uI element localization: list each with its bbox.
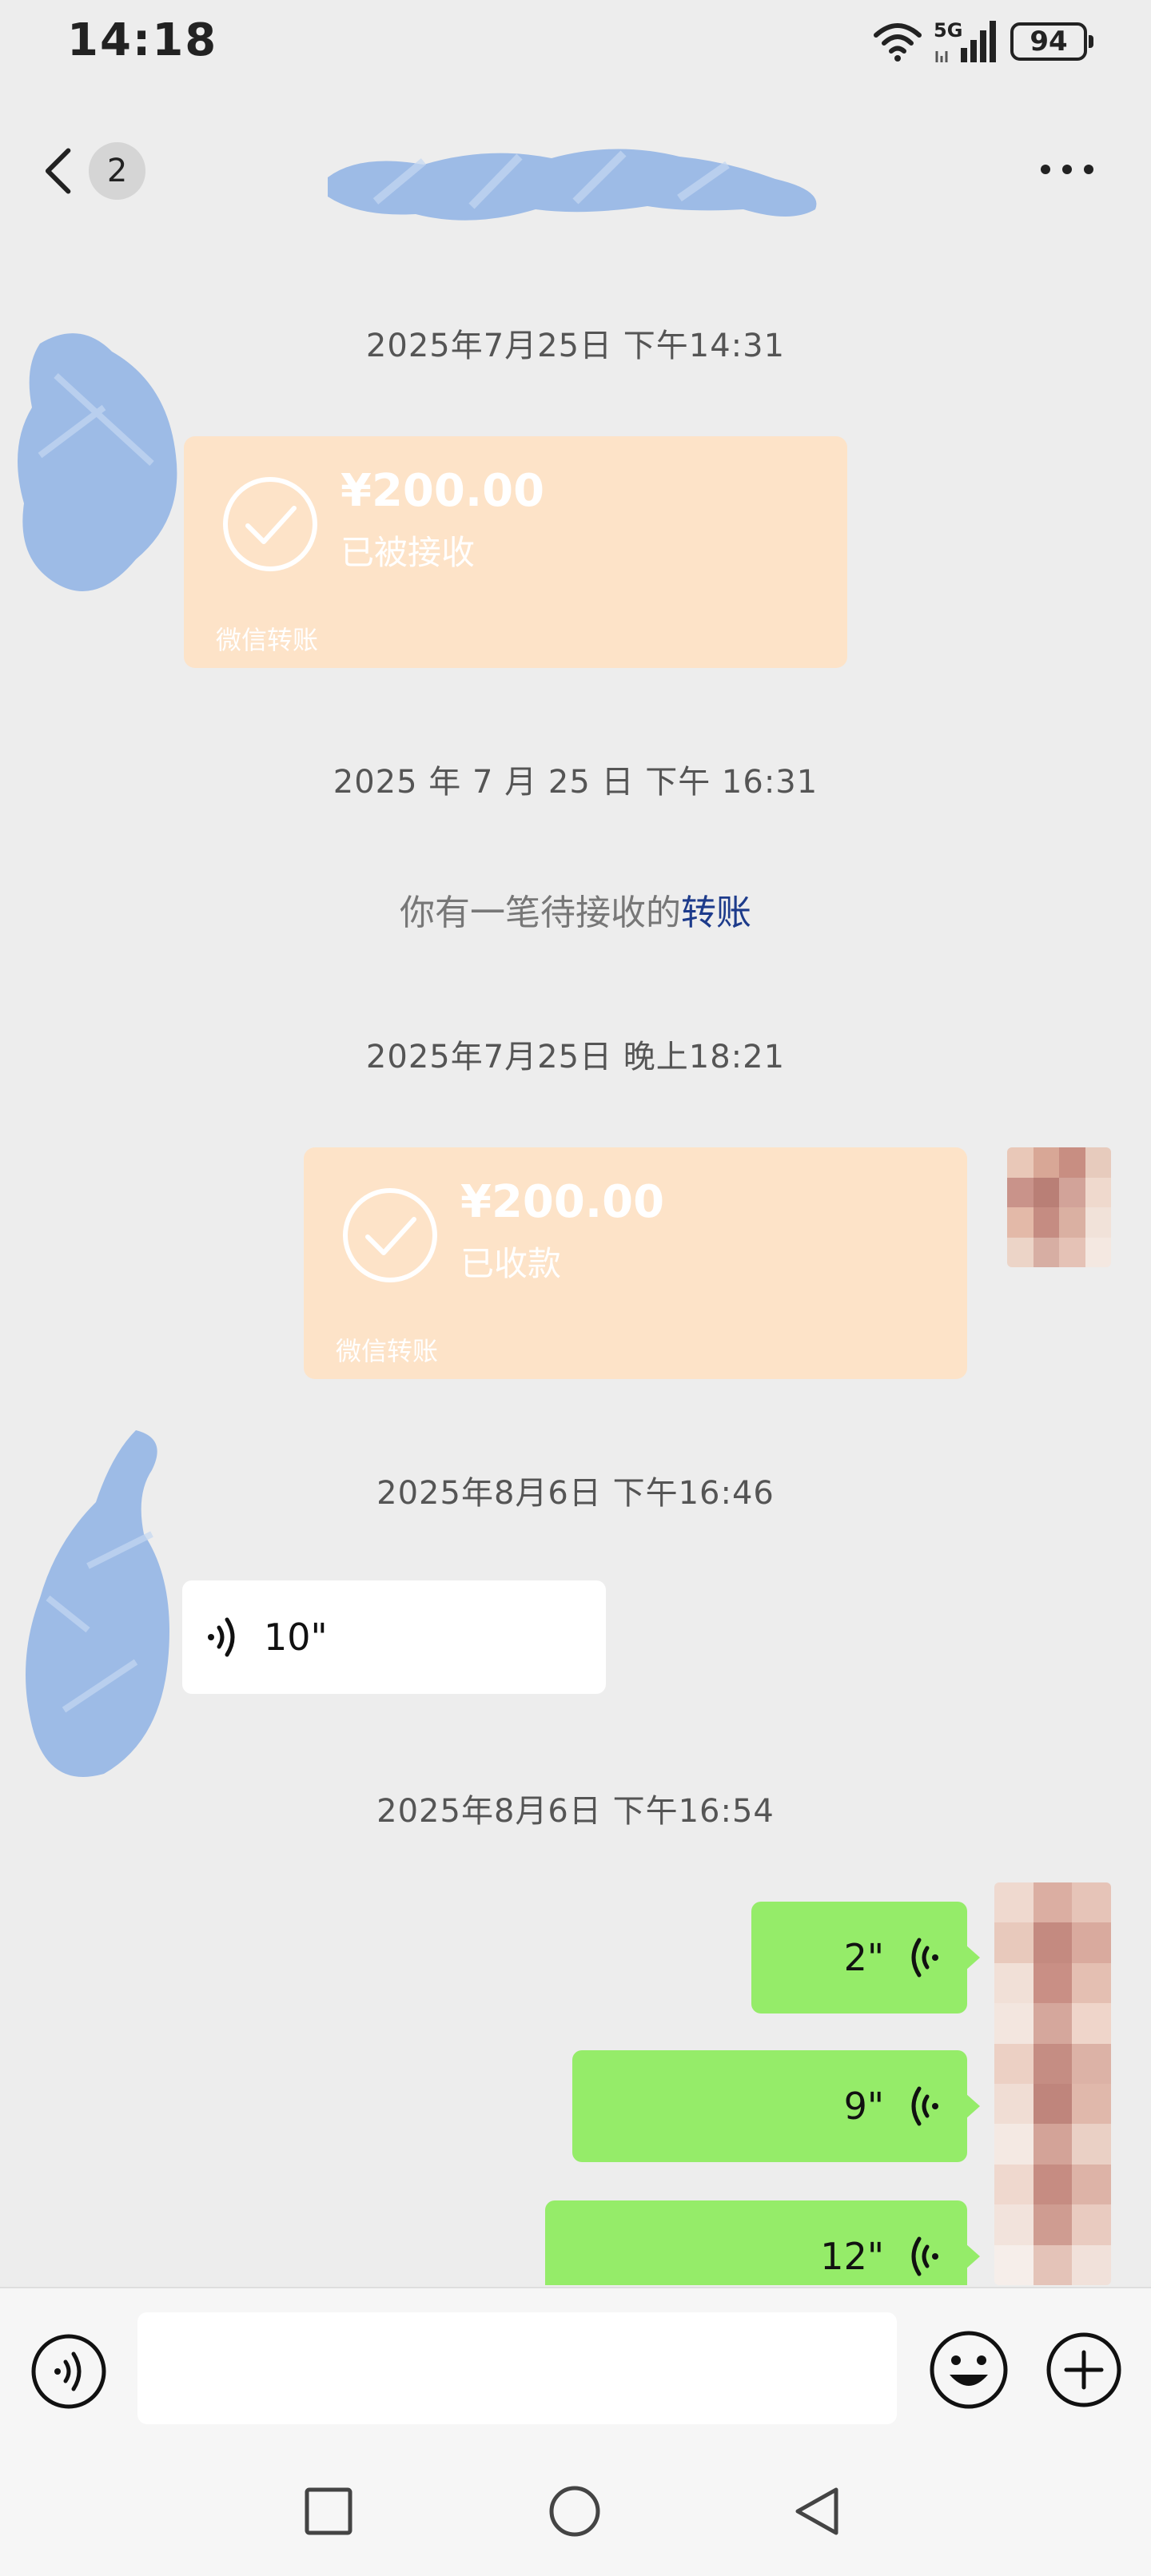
voice-wave-icon bbox=[911, 1938, 938, 1978]
transfer-amount: ¥200.00 bbox=[341, 465, 545, 517]
status-icons: 5G 94 bbox=[873, 19, 1093, 64]
voice-toggle-icon[interactable] bbox=[29, 2332, 109, 2411]
transfer-label: 微信转账 bbox=[336, 1336, 439, 1366]
voice-duration: 9" bbox=[843, 2085, 884, 2128]
system-nav-bar bbox=[0, 2439, 1151, 2576]
contact-avatar-redacted bbox=[18, 333, 177, 591]
back-button[interactable]: 2 bbox=[42, 142, 145, 200]
status-time: 14:18 bbox=[67, 14, 218, 66]
bubble-tail bbox=[966, 1945, 980, 1970]
voice-message-outgoing[interactable]: 2" bbox=[751, 1902, 980, 2013]
system-message-text: 你有一笔待接收的 bbox=[400, 892, 681, 933]
message-input[interactable] bbox=[137, 2312, 897, 2424]
signal-icon: 5G bbox=[934, 19, 996, 62]
recents-icon[interactable] bbox=[301, 2483, 356, 2539]
transfer-status: 已收款 bbox=[460, 1244, 562, 1283]
voice-message-outgoing[interactable]: 12" bbox=[545, 2200, 980, 2285]
wifi-icon bbox=[874, 23, 922, 62]
contact-avatar-redacted bbox=[26, 1430, 169, 1777]
plus-icon[interactable] bbox=[1044, 2330, 1124, 2410]
voice-wave-icon bbox=[911, 2086, 938, 2126]
my-avatar-pixelated[interactable] bbox=[1007, 1147, 1111, 1267]
transfer-label: 微信转账 bbox=[216, 625, 319, 655]
bubble-tail bbox=[966, 2244, 980, 2269]
system-message: 你有一笔待接收的转账 bbox=[0, 884, 1151, 935]
bubble-tail bbox=[966, 2093, 980, 2119]
back-chevron-icon bbox=[45, 148, 71, 194]
transfer-status: 已被接收 bbox=[341, 533, 476, 572]
home-icon[interactable] bbox=[547, 2483, 603, 2539]
chat-messages[interactable]: 2025年7月25日 下午14:31 ¥200.00 已被接收 微信转账 202… bbox=[0, 240, 1151, 2285]
back-icon[interactable] bbox=[790, 2483, 846, 2539]
voice-duration: 12" bbox=[820, 2235, 884, 2278]
my-avatar-pixelated[interactable] bbox=[994, 1882, 1111, 2285]
transfer-amount: ¥200.00 bbox=[460, 1176, 665, 1228]
voice-message-incoming[interactable]: 10" bbox=[182, 1580, 606, 1694]
message-timestamp: 2025 年 7 月 25 日 下午 16:31 bbox=[333, 764, 818, 801]
emoji-icon[interactable] bbox=[927, 2328, 1010, 2411]
voice-wave-icon bbox=[208, 1617, 235, 1657]
voice-wave-icon bbox=[911, 2236, 938, 2276]
voice-duration: 10" bbox=[264, 1616, 328, 1659]
voice-message-outgoing[interactable]: 9" bbox=[572, 2050, 980, 2162]
status-bar: 14:18 5G 94 bbox=[0, 0, 1151, 88]
unread-count-badge: 2 bbox=[89, 142, 145, 200]
message-timestamp: 2025年8月6日 下午16:54 bbox=[376, 1793, 775, 1830]
battery-icon: 94 bbox=[1010, 22, 1093, 61]
transfer-card-collected[interactable]: ¥200.00 已收款 微信转账 bbox=[304, 1147, 967, 1379]
contact-name-redaction bbox=[328, 149, 817, 221]
transfer-card-received[interactable]: ¥200.00 已被接收 微信转账 bbox=[184, 436, 847, 668]
voice-duration: 2" bbox=[843, 1936, 884, 1979]
input-bar bbox=[0, 2287, 1151, 2440]
more-icon[interactable] bbox=[1031, 145, 1103, 193]
chat-header: 2 bbox=[0, 120, 1151, 224]
system-message-link[interactable]: 转账 bbox=[681, 892, 751, 933]
battery-level: 94 bbox=[1030, 26, 1068, 58]
check-circle-icon bbox=[223, 477, 317, 571]
check-circle-icon bbox=[343, 1188, 437, 1282]
message-timestamp: 2025年7月25日 晚上18:21 bbox=[365, 1039, 786, 1075]
network-type-label: 5G bbox=[934, 19, 962, 42]
